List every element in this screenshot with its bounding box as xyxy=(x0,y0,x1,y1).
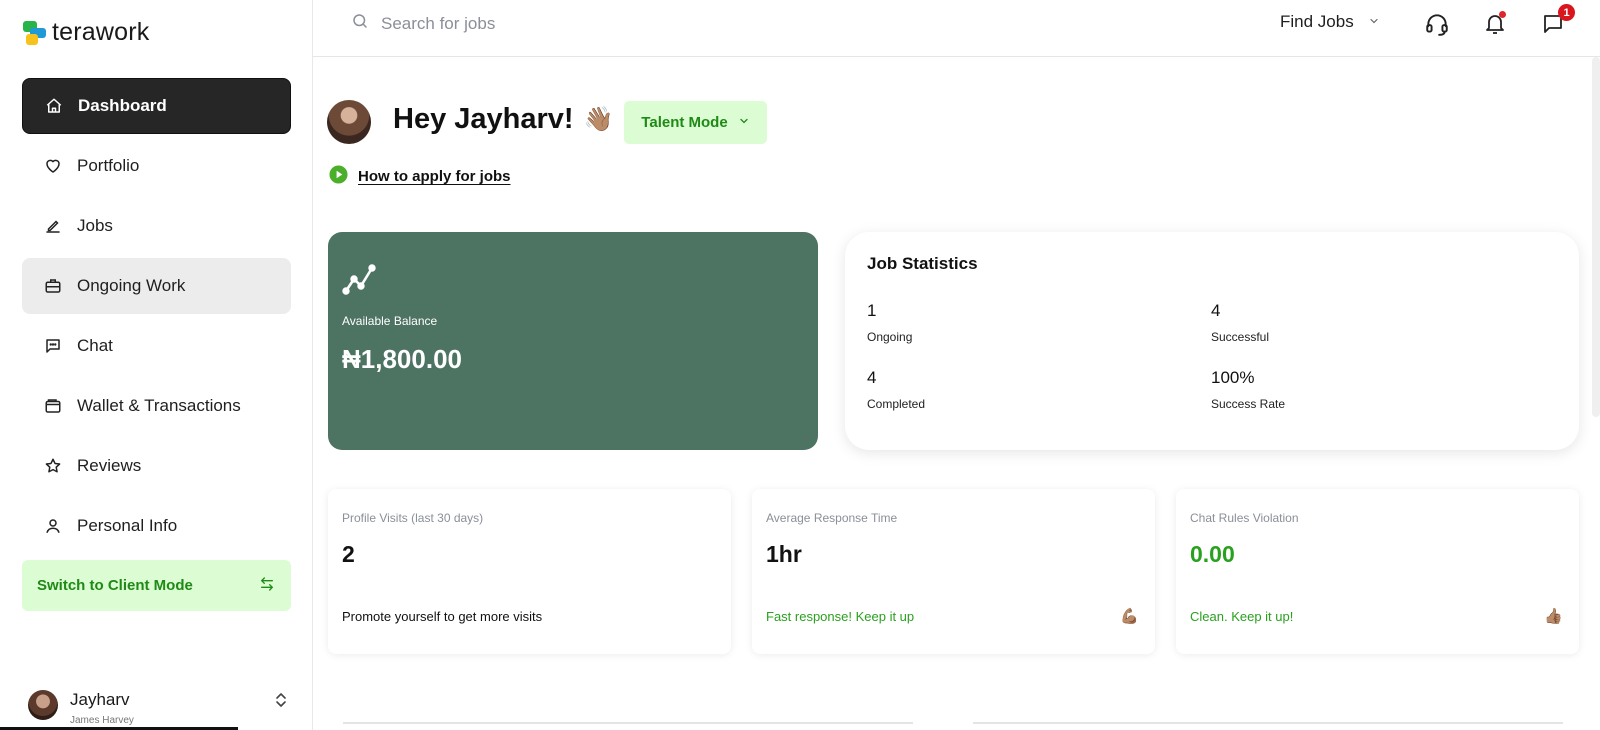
talent-mode-label: Talent Mode xyxy=(641,114,728,131)
switch-to-client-mode-button[interactable]: Switch to Client Mode xyxy=(22,560,291,611)
waving-hand-icon: 👋🏽 xyxy=(583,106,614,133)
sidebar-item-label: Portfolio xyxy=(77,156,140,175)
chat-rules-violation-card: Chat Rules Violation 0.00 Clean. Keep it… xyxy=(1176,489,1579,654)
card-note: Fast response! Keep it up xyxy=(766,609,915,624)
top-header: Find Jobs 1 xyxy=(313,0,1600,57)
sidebar-item-label: Wallet & Transactions xyxy=(77,396,241,415)
brand-name: terawork xyxy=(52,18,150,46)
user-name: Jayharv xyxy=(70,690,130,709)
user-icon xyxy=(44,517,62,535)
card-value: 2 xyxy=(342,541,355,567)
stat-label: Success Rate xyxy=(1211,397,1286,411)
support-icon[interactable] xyxy=(1423,10,1451,38)
stat-value: 4 xyxy=(1211,301,1221,320)
scrollbar[interactable] xyxy=(1592,57,1600,417)
stat-successful: 4 Successful xyxy=(1211,301,1269,344)
stat-label: Ongoing xyxy=(867,330,913,344)
sidebar-item-label: Reviews xyxy=(77,456,142,475)
talent-mode-dropdown[interactable]: Talent Mode xyxy=(624,101,767,144)
trend-line-icon xyxy=(342,262,376,301)
greeting-text: Hey Jayharv! xyxy=(393,103,574,135)
home-icon xyxy=(45,97,63,115)
stat-value: 100% xyxy=(1211,368,1255,387)
section-divider xyxy=(343,722,1563,724)
thumbs-up-icon: 👍🏽 xyxy=(1544,608,1563,625)
how-to-apply-label: How to apply for jobs xyxy=(358,168,511,185)
heart-icon xyxy=(44,157,62,175)
card-label: Chat Rules Violation xyxy=(1190,511,1299,525)
stat-label: Completed xyxy=(867,397,926,411)
sidebar-item-label: Personal Info xyxy=(77,516,178,535)
card-value: 1hr xyxy=(766,541,802,567)
card-label: Average Response Time xyxy=(766,511,898,525)
wallet-icon xyxy=(44,397,62,415)
messages-badge: 1 xyxy=(1558,4,1575,21)
user-menu[interactable]: Jayharv James Harvey xyxy=(28,686,288,726)
terawork-logo-icon xyxy=(22,19,48,47)
messages-icon[interactable]: 1 xyxy=(1539,4,1575,38)
sidebar-item-label: Jobs xyxy=(77,216,113,235)
card-value: 0.00 xyxy=(1190,541,1235,567)
sidebar-item-wallet[interactable]: Wallet & Transactions xyxy=(22,378,291,434)
avatar xyxy=(327,100,371,144)
briefcase-icon xyxy=(44,277,62,295)
stat-label: Successful xyxy=(1211,330,1270,344)
flexed-bicep-icon: 💪🏽 xyxy=(1120,608,1139,625)
job-statistics-title: Job Statistics xyxy=(867,254,978,273)
chevron-up-down-icon[interactable] xyxy=(274,692,288,713)
user-full-name: James Harvey xyxy=(70,715,134,726)
chevron-down-icon xyxy=(1368,12,1380,32)
swap-arrows-icon xyxy=(259,576,275,596)
search-input[interactable] xyxy=(381,13,781,34)
chevron-down-icon xyxy=(738,114,750,131)
find-jobs-label: Find Jobs xyxy=(1280,12,1354,31)
search-bar xyxy=(351,12,781,35)
notification-dot xyxy=(1499,11,1506,18)
sidebar-nav: Dashboard Portfolio Jobs Ongoing Work Ch… xyxy=(22,78,291,558)
sidebar-item-portfolio[interactable]: Portfolio xyxy=(22,138,291,194)
dashboard-main: Hey Jayharv! 👋🏽 Talent Mode How to apply… xyxy=(313,57,1600,730)
profile-visits-card: Profile Visits (last 30 days) 2 Promote … xyxy=(328,489,731,654)
chat-icon xyxy=(44,337,62,355)
sidebar-item-jobs[interactable]: Jobs xyxy=(22,198,291,254)
pencil-icon xyxy=(44,217,62,235)
stat-completed: 4 Completed xyxy=(867,368,925,411)
search-icon xyxy=(351,12,369,35)
avatar xyxy=(28,690,58,720)
average-response-time-card: Average Response Time 1hr Fast response!… xyxy=(752,489,1155,654)
page-title: Hey Jayharv! 👋🏽 xyxy=(393,103,613,136)
sidebar-item-chat[interactable]: Chat xyxy=(22,318,291,374)
notifications-bell-icon[interactable] xyxy=(1481,10,1509,38)
job-statistics-card: Job Statistics 1 Ongoing 4 Successful 4 … xyxy=(845,232,1579,450)
sidebar-item-label: Chat xyxy=(77,336,113,355)
how-to-apply-link[interactable]: How to apply for jobs xyxy=(329,165,511,188)
sidebar: terawork Dashboard Portfolio Jobs Ongoin… xyxy=(0,0,313,730)
stat-value: 1 xyxy=(867,301,877,320)
card-note: Clean. Keep it up! xyxy=(1190,609,1294,624)
logo[interactable]: terawork xyxy=(22,18,149,47)
card-label: Profile Visits (last 30 days) xyxy=(342,511,484,525)
switch-mode-label: Switch to Client Mode xyxy=(37,577,193,594)
stat-ongoing: 1 Ongoing xyxy=(867,301,912,344)
play-icon xyxy=(329,165,348,188)
star-icon xyxy=(44,457,62,475)
balance-label: Available Balance xyxy=(342,314,438,328)
balance-value: ₦1,800.00 xyxy=(342,344,462,374)
sidebar-item-ongoing-work[interactable]: Ongoing Work xyxy=(22,258,291,314)
sidebar-item-reviews[interactable]: Reviews xyxy=(22,438,291,494)
find-jobs-dropdown[interactable]: Find Jobs xyxy=(1280,12,1380,32)
stat-success-rate: 100% Success Rate xyxy=(1211,368,1285,411)
available-balance-card: Available Balance ₦1,800.00 xyxy=(328,232,818,450)
stat-value: 4 xyxy=(867,368,877,387)
sidebar-item-personal-info[interactable]: Personal Info xyxy=(22,498,291,554)
card-note: Promote yourself to get more visits xyxy=(342,609,543,624)
sidebar-item-dashboard[interactable]: Dashboard xyxy=(22,78,291,134)
sidebar-item-label: Ongoing Work xyxy=(77,276,186,295)
sidebar-item-label: Dashboard xyxy=(78,96,167,115)
